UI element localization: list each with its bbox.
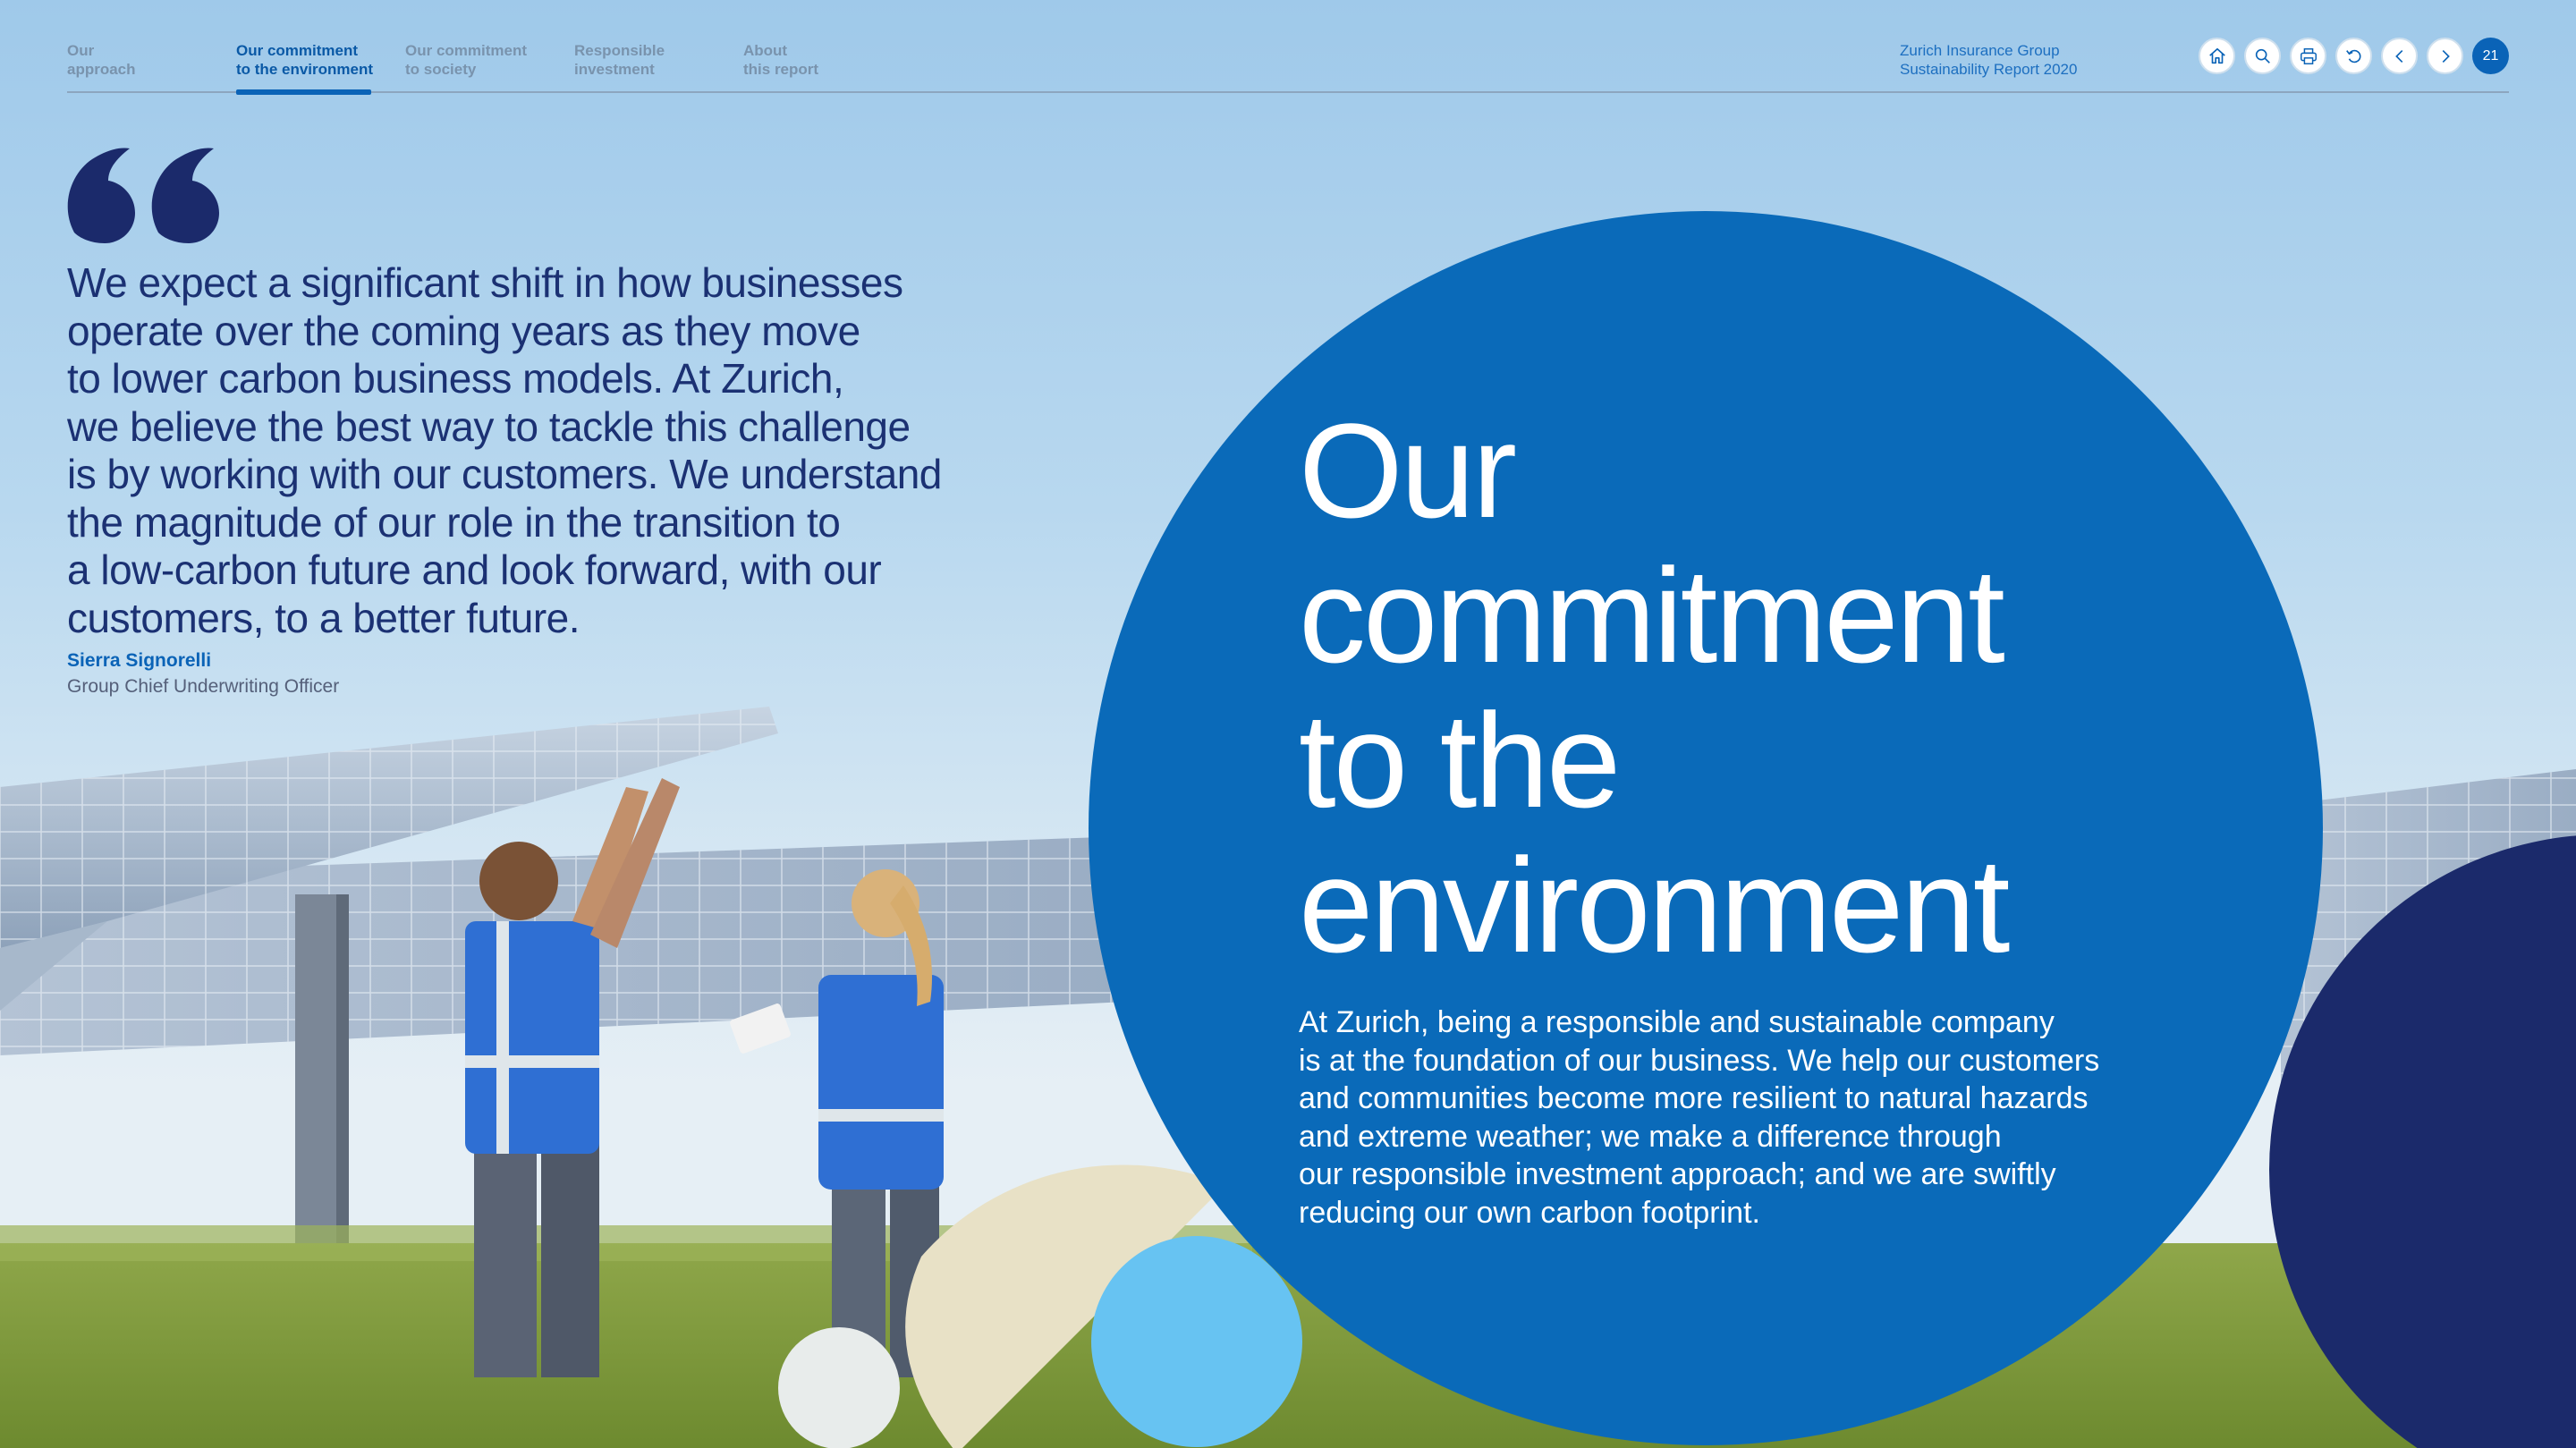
report-title-line2: Sustainability Report 2020 [1900, 61, 2078, 78]
quote-text: We expect a significant shift in how bus… [67, 259, 997, 642]
quote-line: the magnitude of our role in the transit… [67, 498, 841, 546]
body-line: our responsible investment approach; and… [1299, 1157, 2056, 1191]
body-line: and communities become more resilient to… [1299, 1081, 2089, 1115]
quote-line: we believe the best way to tackle this c… [67, 402, 911, 450]
toolbar-icons: 21 [2199, 38, 2509, 74]
tab-label-line2: to society [405, 61, 477, 78]
quote-mark-icon [67, 148, 219, 243]
quote-author-name: Sierra Signorelli [67, 650, 212, 671]
quote-line: is by working with our customers. We und… [67, 451, 942, 497]
headline-line: Our [1299, 395, 1517, 546]
active-tab-indicator [236, 89, 371, 95]
next-page-button[interactable] [2427, 38, 2463, 74]
tab-label-line2: to the environment [236, 61, 374, 78]
tab-label-line1: About [743, 42, 788, 59]
search-icon [2255, 48, 2270, 64]
body-line: is at the foundation of our business. We… [1299, 1043, 2100, 1078]
light-blue-decor-circle [1091, 1236, 1302, 1447]
back-history-button[interactable] [2335, 38, 2372, 74]
report-title-line1: Zurich Insurance Group [1900, 42, 2060, 59]
tab-label-line1: Our commitment [405, 42, 528, 59]
quote-line: a low-carbon future and look forward, wi… [67, 546, 882, 593]
tab-label-line1: Our commitment [236, 42, 359, 59]
previous-page-button[interactable] [2381, 38, 2418, 74]
top-navigation: Our approach Our commitment to the envir… [67, 32, 2509, 95]
headline-line: environment [1299, 830, 2010, 980]
quote-line: to lower carbon business models. At Zuri… [67, 355, 844, 402]
tab-responsible-investment[interactable]: Responsible investment [574, 41, 735, 79]
body-line: reducing our own carbon footprint. [1299, 1195, 1760, 1230]
report-title[interactable]: Zurich Insurance Group Sustainability Re… [1900, 41, 2106, 79]
home-icon [2208, 47, 2225, 64]
print-button[interactable] [2290, 38, 2326, 74]
tab-society[interactable]: Our commitment to society [405, 41, 566, 79]
quote-author-role: Group Chief Underwriting Officer [67, 676, 340, 697]
page-number-badge: 21 [2472, 38, 2509, 74]
page: Our commitment to the environment At Zur… [0, 0, 2576, 1448]
quote-line: customers, to a better future. [67, 594, 580, 641]
tab-environment[interactable]: Our commitment to the environment [236, 41, 397, 79]
undo-icon [2345, 49, 2360, 63]
section-headline: Our commitment to the environment [1299, 398, 2157, 978]
section-intro-text: At Zurich, being a responsible and susta… [1299, 1003, 2148, 1232]
tab-label-line2: approach [67, 61, 136, 78]
tab-our-approach[interactable]: Our approach [67, 41, 228, 79]
chevron-left-icon [2394, 49, 2402, 63]
tab-label-line1: Our [67, 42, 95, 59]
tab-about-report[interactable]: About this report [743, 41, 904, 79]
body-line: At Zurich, being a responsible and susta… [1299, 1005, 2055, 1039]
tab-label-line1: Responsible [574, 42, 665, 59]
print-icon [2300, 47, 2317, 64]
headline-line: commitment [1299, 540, 2005, 690]
quote-line: operate over the coming years as they mo… [67, 307, 860, 354]
headline-line: to the [1299, 685, 1621, 835]
tab-label-line2: this report [743, 61, 819, 78]
body-line: and extreme weather; we make a differenc… [1299, 1119, 2002, 1154]
quote-line: We expect a significant shift in how bus… [67, 259, 903, 306]
tab-label-line2: investment [574, 61, 655, 78]
search-button[interactable] [2244, 38, 2281, 74]
chevron-right-icon [2442, 49, 2450, 63]
grey-decor-circle [778, 1327, 900, 1448]
home-button[interactable] [2199, 38, 2235, 74]
